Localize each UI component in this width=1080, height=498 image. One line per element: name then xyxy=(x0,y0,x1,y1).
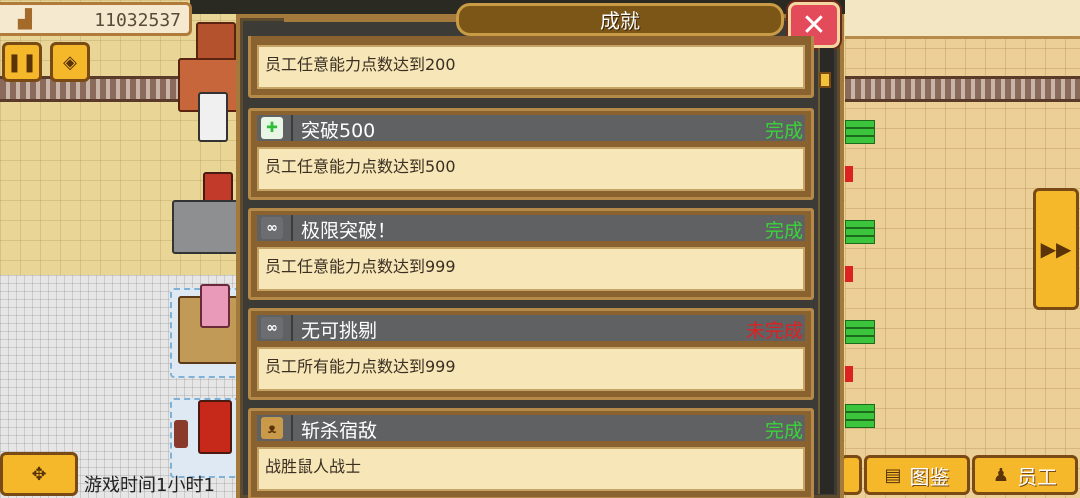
achievement-description: 员工所有能力点数达到999 xyxy=(265,357,456,376)
achievement-body: 员工任意能力点数达到500 xyxy=(257,147,805,191)
anvil-station xyxy=(172,200,242,254)
game-time: 游戏时间1小时1 xyxy=(84,475,215,496)
achievement-header: ᴥ 斩杀宿敌 完成 xyxy=(257,415,805,442)
achievement-name: 无可挑剔 xyxy=(301,320,378,342)
status-mark xyxy=(845,266,853,282)
progress-bar xyxy=(845,220,875,228)
worker-pink[interactable] xyxy=(200,284,230,328)
achievement-status: 完成 xyxy=(764,120,803,142)
achievement-name: 突破500 xyxy=(301,120,376,142)
header-divider xyxy=(291,215,293,241)
progress-bar xyxy=(845,128,875,136)
staff-icon: ♟ xyxy=(992,464,1010,486)
achievement-description: 员工任意能力点数达到999 xyxy=(265,257,456,276)
chain-icon: ∞ xyxy=(261,317,283,339)
expand-panel-button[interactable]: ▶▶ xyxy=(1033,188,1079,310)
achievement-header: ✚ 突破500 完成 xyxy=(257,115,805,142)
title-bar-frame xyxy=(284,16,460,22)
achievement-name: 极限突破！ xyxy=(301,220,397,242)
achievement-card: ∞ 无可挑剔 未完成 员工所有能力点数达到999 xyxy=(248,308,814,400)
scrollbar[interactable] xyxy=(818,48,834,494)
achievement-body: 员工任意能力点数达到200 xyxy=(257,45,805,89)
achievement-name: 斩杀宿敌 xyxy=(301,420,378,442)
header-divider xyxy=(291,415,293,441)
progress-bar xyxy=(845,120,875,128)
achievement-card: ∞ 极限突破！ 完成 员工任意能力点数达到999 xyxy=(248,208,814,300)
speed-button[interactable]: ◈ xyxy=(50,42,90,82)
achievement-header: ∞ 极限突破！ 完成 xyxy=(257,215,805,242)
achievement-list[interactable]: 员工任意能力点数达到200 ✚ 突破500 完成 员工任意能力点数达到500 ∞… xyxy=(248,36,814,498)
status-mark xyxy=(845,366,853,382)
book-icon: ▤ xyxy=(884,464,902,486)
fence-right xyxy=(845,76,1080,102)
encyclopedia-label: 图鉴 xyxy=(909,464,950,489)
pause-icon: ❚❚ xyxy=(6,51,38,73)
rat-icon: ᴥ xyxy=(261,417,283,439)
building-icon: ▟ xyxy=(18,9,32,30)
progress-bar xyxy=(845,236,875,244)
staff-label: 员工 xyxy=(1017,464,1058,489)
staff-button[interactable]: ♟ 员工 xyxy=(972,455,1078,495)
achievement-card: ✚ 突破500 完成 员工任意能力点数达到500 xyxy=(248,108,814,200)
dialog-title-text: 成就 xyxy=(600,9,640,33)
encyclopedia-button[interactable]: ▤ 图鉴 xyxy=(864,455,970,495)
achievement-status: 完成 xyxy=(764,220,803,242)
move-icon: ✥ xyxy=(31,463,47,485)
achievement-description: 员工任意能力点数达到500 xyxy=(265,157,456,176)
achievement-body: 战胜鼠人战士 xyxy=(257,447,805,491)
dialog-title: 成就 xyxy=(456,3,784,36)
money-value: 11032537 xyxy=(94,10,181,31)
achievement-status: 未完成 xyxy=(745,320,803,342)
achievement-body: 员工任意能力点数达到999 xyxy=(257,247,805,291)
fast-forward-icon: ▶▶ xyxy=(1040,237,1072,261)
header-divider xyxy=(291,115,293,141)
progress-bar xyxy=(845,404,875,412)
worker-red[interactable] xyxy=(198,400,232,454)
speed-icon: ◈ xyxy=(63,51,77,73)
worker-chef[interactable] xyxy=(198,92,228,142)
achievement-card: 员工任意能力点数达到200 xyxy=(248,36,814,98)
pause-button[interactable]: ❚❚ xyxy=(2,42,42,82)
chain-icon: ∞ xyxy=(261,217,283,239)
progress-bar xyxy=(845,412,875,420)
progress-bar xyxy=(845,320,875,328)
achievement-description: 战胜鼠人战士 xyxy=(265,457,362,476)
move-camera-button[interactable]: ✥ xyxy=(0,452,78,496)
progress-bar xyxy=(845,336,875,344)
mannequin xyxy=(174,420,188,448)
achievement-status: 完成 xyxy=(764,420,803,442)
scrollbar-thumb[interactable] xyxy=(819,72,831,88)
progress-bar xyxy=(845,228,875,236)
top-right-wall xyxy=(845,0,1080,39)
progress-bar xyxy=(845,420,875,428)
green-cross-icon: ✚ xyxy=(261,117,283,139)
achievement-description: 员工任意能力点数达到200 xyxy=(265,55,456,74)
progress-bar xyxy=(845,328,875,336)
progress-bar xyxy=(845,136,875,144)
achievement-body: 员工所有能力点数达到999 xyxy=(257,347,805,391)
header-divider xyxy=(291,315,293,341)
achievement-card: ᴥ 斩杀宿敌 完成 战胜鼠人战士 xyxy=(248,408,814,498)
status-mark xyxy=(845,166,853,182)
money-display: ▟ 11032537 xyxy=(0,2,192,36)
achievement-header: ∞ 无可挑剔 未完成 xyxy=(257,315,805,342)
